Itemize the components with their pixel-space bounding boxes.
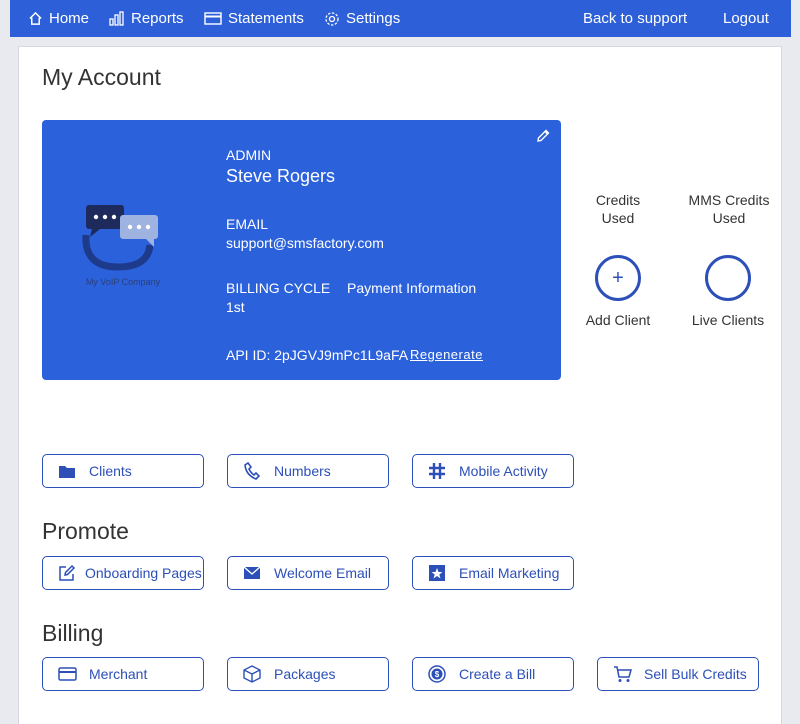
- create-a-bill-button-label: Create a Bill: [459, 666, 536, 682]
- account-card: My VoIP Company ADMIN Steve Rogers EMAIL…: [42, 120, 561, 380]
- add-client-label: Add Client: [585, 312, 651, 328]
- packages-button[interactable]: Packages: [227, 657, 389, 691]
- billing-cycle-value: 1st: [226, 299, 245, 315]
- svg-text:$: $: [435, 670, 440, 679]
- back-to-support-link[interactable]: Back to support: [583, 0, 687, 37]
- nav-settings[interactable]: Settings: [324, 0, 400, 37]
- mms-credits-used-label: MMS Credits Used: [679, 191, 779, 227]
- account-name: Steve Rogers: [226, 166, 336, 186]
- onboarding-pages-button-label: Onboarding Pages: [85, 565, 202, 581]
- folder-icon: [59, 465, 75, 478]
- credits-used-line2: Used: [601, 210, 635, 226]
- top-nav-bar: Home Reports Statements Settings Back to…: [10, 0, 791, 37]
- sell-bulk-credits-button-label: Sell Bulk Credits: [644, 666, 747, 682]
- nav-home-label: Home: [49, 10, 90, 27]
- onboarding-pages-button[interactable]: Onboarding Pages: [42, 556, 204, 590]
- email-marketing-button-label: Email Marketing: [459, 565, 560, 581]
- clients-button[interactable]: Clients: [42, 454, 204, 488]
- home-icon: [29, 11, 42, 25]
- mobile-activity-button[interactable]: Mobile Activity: [412, 454, 574, 488]
- credits-used-line1: Credits: [595, 192, 641, 208]
- welcome-email-button[interactable]: Welcome Email: [227, 556, 389, 590]
- payment-information-link[interactable]: Payment Information: [347, 280, 476, 296]
- envelope-icon: [243, 566, 261, 579]
- welcome-email-button-label: Welcome Email: [274, 565, 371, 581]
- nav-home[interactable]: Home: [28, 0, 89, 37]
- create-a-bill-button[interactable]: $ Create a Bill: [412, 657, 574, 691]
- regenerate-link[interactable]: Regenerate: [410, 347, 483, 362]
- nav-settings-label: Settings: [346, 10, 401, 27]
- nav-reports-label: Reports: [131, 10, 184, 27]
- box-icon: [243, 665, 261, 683]
- mms-credits-used-line1: MMS Credits: [688, 192, 770, 208]
- shopping-cart-icon: [613, 665, 632, 682]
- sell-bulk-credits-button[interactable]: Sell Bulk Credits: [597, 657, 759, 691]
- plus-icon: +: [612, 266, 624, 289]
- billing-cycle-label: BILLING CYCLE: [226, 280, 331, 296]
- nav-reports[interactable]: Reports: [109, 0, 184, 37]
- logo-text: My VoIP Company: [85, 277, 161, 287]
- billing-section-title: Billing: [42, 620, 104, 646]
- hashtag-icon: [429, 463, 445, 479]
- numbers-button[interactable]: Numbers: [227, 454, 389, 488]
- credit-card-icon: [57, 667, 77, 681]
- nav-statements[interactable]: Statements: [204, 0, 304, 37]
- edit-pencil-icon[interactable]: [535, 128, 551, 144]
- logout-label: Logout: [723, 10, 769, 27]
- chat-phone-icon: [82, 205, 158, 271]
- back-to-support-label: Back to support: [583, 10, 688, 27]
- statement-icon: [204, 12, 222, 25]
- email-marketing-button[interactable]: Email Marketing: [412, 556, 574, 590]
- add-client-button[interactable]: +: [595, 255, 641, 301]
- bar-chart-icon: [109, 11, 124, 26]
- page-title: My Account: [42, 64, 161, 90]
- mobile-activity-button-label: Mobile Activity: [459, 463, 548, 479]
- credits-used-label: Credits Used: [578, 191, 658, 227]
- mms-credits-used-line2: Used: [712, 210, 746, 226]
- nav-statements-label: Statements: [228, 10, 304, 27]
- live-clients-label: Live Clients: [691, 312, 765, 328]
- main-panel: My Account My VoIP Company ADMIN Steve R…: [18, 46, 782, 724]
- edit-document-icon: [59, 564, 76, 581]
- email-label: EMAIL: [226, 216, 269, 232]
- api-id: API ID: 2pJGVJ9mPc1L9aFA: [226, 347, 409, 363]
- company-logo: My VoIP Company: [78, 205, 168, 291]
- clients-button-label: Clients: [89, 463, 132, 479]
- dollar-circle-icon: $: [428, 665, 446, 683]
- merchant-button[interactable]: Merchant: [42, 657, 204, 691]
- live-clients-indicator[interactable]: [705, 255, 751, 301]
- mail-star-icon: [429, 565, 445, 581]
- numbers-button-label: Numbers: [274, 463, 331, 479]
- logout-link[interactable]: Logout: [723, 0, 769, 37]
- phone-icon: [244, 462, 260, 480]
- packages-button-label: Packages: [274, 666, 336, 682]
- gear-icon: [325, 11, 339, 26]
- merchant-button-label: Merchant: [89, 666, 148, 682]
- role-label: ADMIN: [226, 147, 272, 163]
- promote-section-title: Promote: [42, 518, 129, 544]
- email-value: support@smsfactory.com: [226, 235, 384, 251]
